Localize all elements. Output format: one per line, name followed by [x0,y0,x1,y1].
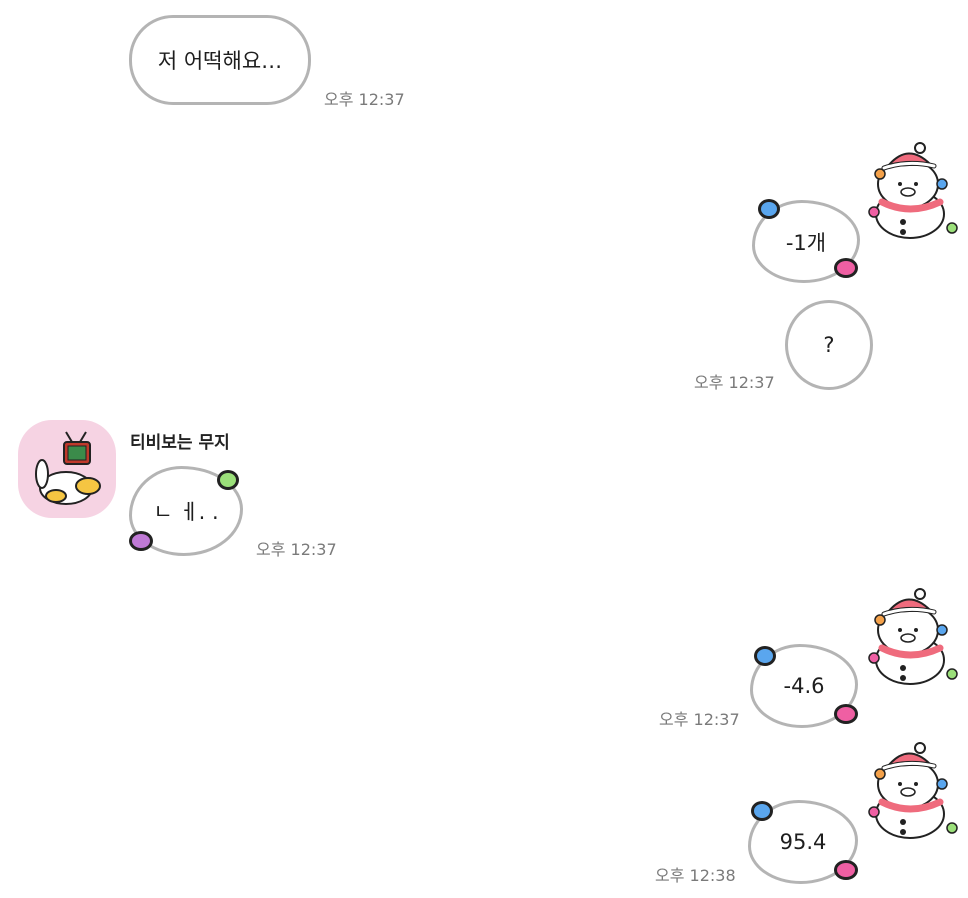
decoration-dot [834,704,858,724]
decoration-dot [754,646,776,666]
message-text: ㄴ ㅔ. . [153,500,219,524]
message-bubble[interactable]: ? [785,300,873,390]
muzi-watching-tv-avatar[interactable] [18,420,116,518]
message-text: -4.6 [783,674,825,698]
message-timestamp: 오후 12:37 [324,90,405,109]
message-text: 저 어떡해요… [157,49,283,73]
decoration-dot [834,860,858,880]
sender-name: 티비보는 무지 [130,433,230,453]
decoration-dot [129,531,153,551]
message-bubble[interactable]: 저 어떡해요… [129,15,311,105]
decoration-dot [751,801,773,821]
decoration-dot [758,199,780,219]
message-text: 95.4 [779,830,827,854]
message-text: ? [823,333,835,357]
decoration-dot [834,258,858,278]
message-timestamp: 오후 12:38 [655,866,736,885]
snowman-sticker-icon [868,142,958,239]
snowman-sticker-icon [868,742,958,839]
decoration-dot [217,470,239,490]
snowman-sticker-icon [868,588,958,685]
message-timestamp: 오후 12:37 [659,710,740,729]
message-timestamp: 오후 12:37 [694,373,775,392]
message-timestamp: 오후 12:37 [256,540,337,559]
muzi-avatar-icon [35,431,101,505]
message-text: -1개 [785,230,827,255]
